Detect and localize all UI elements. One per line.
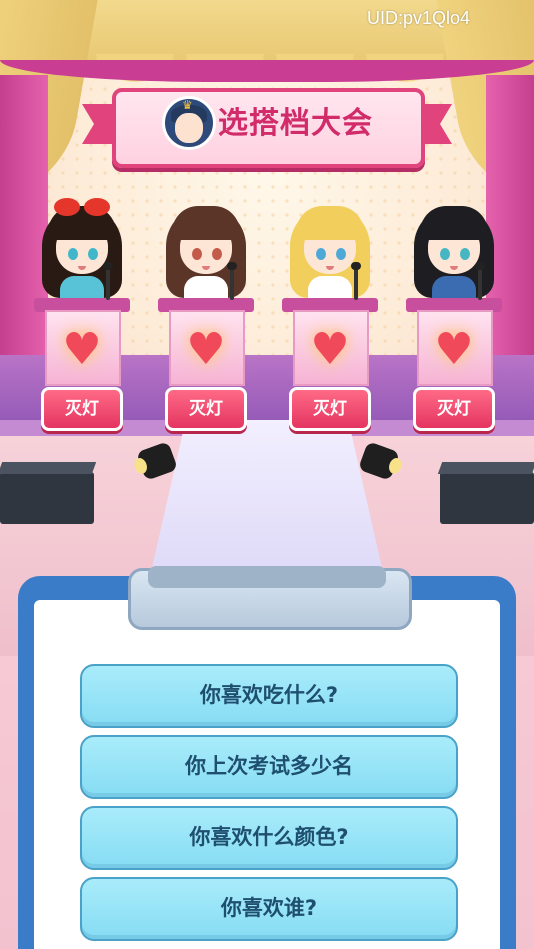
speaker-block-left <box>0 472 94 524</box>
crown-icon: ♛ <box>182 98 193 112</box>
game-scene: UID:pv1Qlo4 ♛ 选搭档大会 ♥ 灭灯 ♥ 灭灯 ♥ 灭灯 ♥ 灭灯你喜欢吃什么? 你… <box>0 0 534 949</box>
clip-bar <box>148 566 386 588</box>
heart-icon: ♥ <box>62 324 102 375</box>
avatar-face <box>175 113 203 143</box>
bangs <box>172 206 240 240</box>
eye <box>440 248 450 260</box>
microphone-icon <box>475 262 485 300</box>
turn-off-light-button[interactable]: 灭灯 <box>41 387 123 431</box>
bangs <box>420 206 488 240</box>
question-option[interactable]: 你上次考试多少名 <box>80 735 458 799</box>
eye <box>192 248 202 260</box>
question-option[interactable]: 你喜欢吃什么? <box>80 664 458 728</box>
microphone-icon <box>227 262 237 300</box>
eye <box>336 248 346 260</box>
eye <box>212 248 222 260</box>
eye <box>68 248 78 260</box>
contestant-4 <box>406 192 502 302</box>
question-option[interactable]: 你喜欢谁? <box>80 877 458 941</box>
heart-icon: ♥ <box>310 324 350 375</box>
contestant-1 <box>34 192 130 302</box>
bangs <box>296 206 364 240</box>
contestant-3 <box>282 192 378 302</box>
contestant-2 <box>158 192 254 302</box>
user-id: UID:pv1Qlo4 <box>366 8 470 28</box>
microphone-icon <box>351 262 361 300</box>
heart-icon: ♥ <box>186 324 226 375</box>
turn-off-light-button[interactable]: 灭灯 <box>289 387 371 431</box>
question-option[interactable]: 你喜欢什么颜色? <box>80 806 458 870</box>
host-avatar: ♛ <box>162 96 216 150</box>
microphone-icon <box>103 262 113 300</box>
speaker-block-right <box>440 472 534 524</box>
page-title: 选搭档大会 <box>218 106 373 141</box>
eye <box>460 248 470 260</box>
turn-off-light-button[interactable]: 灭灯 <box>165 387 247 431</box>
eye <box>88 248 98 260</box>
eye <box>316 248 326 260</box>
turn-off-light-button[interactable]: 灭灯 <box>413 387 495 431</box>
hair-bow-icon <box>54 198 110 216</box>
heart-icon: ♥ <box>434 324 474 375</box>
